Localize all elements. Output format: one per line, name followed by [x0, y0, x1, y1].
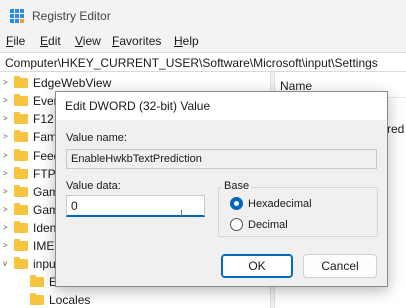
expand-chevron-icon[interactable]: > [3, 132, 11, 142]
dialog-titlebar[interactable]: Edit DWORD (32-bit) Value [56, 92, 387, 120]
registry-icon [10, 9, 24, 23]
base-groupbox [218, 187, 378, 237]
folder-icon [14, 76, 28, 88]
tree-item-label: FTP [33, 167, 56, 181]
expand-chevron-icon[interactable]: > [3, 96, 11, 106]
tree-item-label: F12 [33, 112, 54, 126]
expand-chevron-icon[interactable]: > [3, 169, 11, 179]
decimal-label[interactable]: Decimal [248, 219, 288, 231]
folder-icon [14, 221, 28, 233]
expand-chevron-icon[interactable] [14, 277, 22, 287]
base-label: Base [222, 180, 252, 192]
expand-chevron-icon[interactable]: > [3, 78, 11, 88]
address-bar[interactable]: Computer\HKEY_CURRENT_USER\Software\Micr… [0, 52, 406, 72]
folder-icon [30, 293, 44, 305]
value-name-field: EnableHwkbTextPrediction [66, 149, 377, 169]
tree-item[interactable]: Locales [0, 291, 270, 308]
tree-item-label: Locales [49, 293, 91, 307]
folder-icon [14, 239, 28, 251]
folder-icon [14, 94, 28, 106]
folder-icon [14, 167, 28, 179]
expand-chevron-icon[interactable]: > [3, 241, 11, 251]
expand-chevron-icon[interactable]: > [3, 205, 11, 215]
cancel-button[interactable]: Cancel [303, 254, 377, 278]
folder-icon [14, 130, 28, 142]
folder-icon [14, 112, 28, 124]
dialog-title: Edit DWORD (32-bit) Value [65, 99, 211, 113]
folder-icon [14, 185, 28, 197]
hexadecimal-radio[interactable] [230, 197, 243, 210]
menu-favorites[interactable]: Favorites [112, 34, 161, 48]
value-data-input[interactable]: 0 [66, 195, 205, 217]
tree-item-label: Fam [33, 130, 57, 144]
edit-dword-dialog: Edit DWORD (32-bit) Value Value name: En… [55, 91, 388, 287]
menu-file[interactable]: File [6, 34, 25, 48]
tree-item[interactable]: > EdgeWebView [0, 74, 270, 92]
text-caret-divider [181, 210, 182, 216]
tree-item-label: IME [33, 239, 55, 253]
ok-button[interactable]: OK [221, 254, 293, 278]
tree-item-label: EdgeWebView [33, 76, 112, 90]
expand-chevron-icon[interactable]: > [3, 223, 11, 233]
value-data-label: Value data: [66, 180, 121, 192]
folder-open-icon [14, 257, 28, 269]
tree-item-label: Iden [33, 221, 57, 235]
tree-item-label: Ever [33, 94, 58, 108]
expand-chevron-icon[interactable]: > [3, 114, 11, 124]
folder-icon [30, 275, 44, 287]
value-name-label: Value name: [66, 132, 127, 144]
expand-chevron-icon[interactable]: > [3, 151, 11, 161]
menu-view[interactable]: View [75, 34, 101, 48]
decimal-radio[interactable] [230, 218, 243, 231]
window-titlebar: Registry Editor [0, 0, 406, 32]
address-path: Computer\HKEY_CURRENT_USER\Software\Micr… [5, 56, 378, 70]
window-title: Registry Editor [32, 9, 111, 23]
folder-icon [14, 149, 28, 161]
collapse-chevron-icon[interactable]: v [3, 259, 11, 269]
expand-chevron-icon[interactable]: > [3, 187, 11, 197]
hexadecimal-label[interactable]: Hexadecimal [248, 198, 312, 210]
folder-icon [14, 203, 28, 215]
menu-help[interactable]: Help [174, 34, 199, 48]
menu-bar: File Edit View Favorites Help [0, 32, 406, 52]
menu-edit[interactable]: Edit [40, 34, 61, 48]
